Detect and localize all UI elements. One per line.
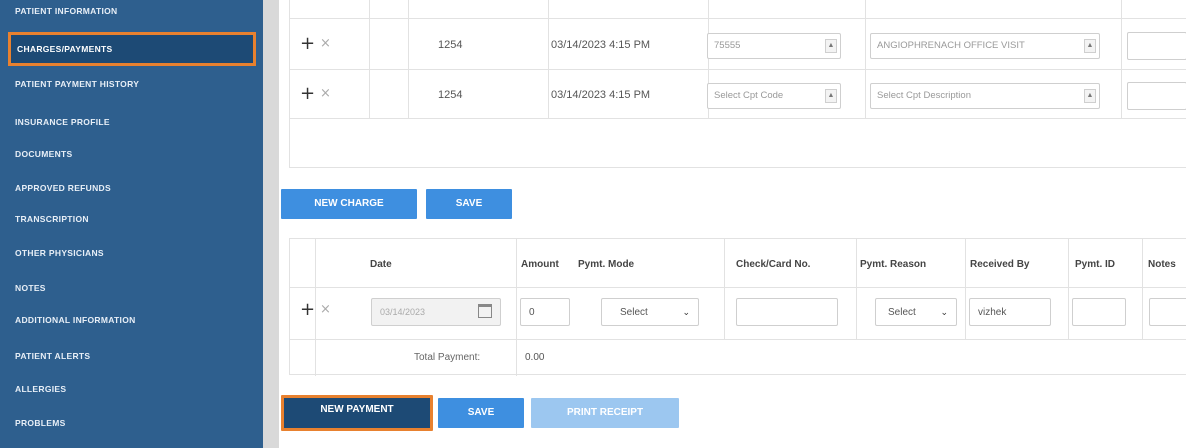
column-divider (516, 239, 517, 376)
chevron-down-icon: ▲ (1084, 39, 1096, 53)
charge-units-input[interactable] (1127, 32, 1186, 60)
calendar-icon[interactable] (478, 304, 492, 318)
payment-notes-input[interactable] (1149, 298, 1186, 326)
sidebar-item-notes[interactable]: NOTES (12, 278, 252, 298)
save-payment-button[interactable]: SAVE (438, 398, 524, 428)
cpt-description-select[interactable]: Select Cpt Description ▲ (870, 83, 1100, 109)
row-divider (290, 339, 1186, 340)
sidebar-item-approved-refunds[interactable]: APPROVED REFUNDS (12, 178, 252, 198)
header-payment-reason: Pymt. Reason (860, 259, 927, 270)
cpt-description-value: Select Cpt Description (877, 90, 971, 101)
add-row-icon[interactable]: + (300, 85, 315, 103)
sidebar-item-allergies[interactable]: ALLERGIES (12, 379, 252, 399)
cpt-description-select[interactable]: ANGIOPHRENACH OFFICE VISIT ▲ (870, 33, 1100, 59)
header-payment-mode: Pymt. Mode (578, 259, 635, 270)
add-row-icon[interactable]: + (300, 35, 315, 53)
received-by-value: vizhek (978, 307, 1007, 318)
payment-mode-value: Select (620, 307, 648, 318)
received-by-input[interactable]: vizhek (969, 298, 1051, 326)
charge-units-input[interactable] (1127, 82, 1186, 110)
add-row-icon[interactable]: + (300, 301, 315, 319)
sidebar-item-additional-information[interactable]: ADDITIONAL INFORMATION (12, 310, 252, 330)
sidebar-item-patient-payment-history[interactable]: PATIENT PAYMENT HISTORY (12, 74, 252, 94)
chevron-down-icon: ▲ (825, 39, 837, 53)
header-amount: Amount (521, 259, 559, 270)
new-charge-button[interactable]: NEW CHARGE (281, 189, 417, 219)
chevron-down-icon: ▲ (825, 89, 837, 103)
payment-amount-input[interactable]: 0 (520, 298, 570, 326)
new-payment-button[interactable]: NEW PAYMENT (281, 395, 433, 431)
column-divider (724, 239, 725, 339)
charge-id: 1254 (438, 89, 463, 101)
save-charges-button[interactable]: SAVE (426, 189, 512, 219)
main-content: + × 1254 03/14/2023 4:15 PM 75555 ▲ ANGI… (279, 0, 1186, 448)
column-divider (1142, 239, 1143, 339)
sidebar-item-patient-alerts[interactable]: PATIENT ALERTS (12, 346, 252, 366)
sidebar-item-documents[interactable]: DOCUMENTS (12, 144, 252, 164)
payment-date-value: 03/14/2023 (380, 307, 426, 317)
row-divider (290, 287, 1186, 288)
sidebar-item-insurance-profile[interactable]: INSURANCE PROFILE (12, 112, 252, 132)
payment-reason-select[interactable]: Select ⌄ (875, 298, 957, 326)
sidebar-item-transcription[interactable]: TRANSCRIPTION (12, 209, 252, 229)
charge-datetime: 03/14/2023 4:15 PM (551, 89, 651, 101)
cpt-code-select[interactable]: 75555 ▲ (707, 33, 841, 59)
remove-row-icon[interactable]: × (320, 87, 331, 101)
remove-row-icon[interactable]: × (320, 37, 331, 51)
column-divider (965, 239, 966, 339)
print-receipt-button[interactable]: PRINT RECEIPT (531, 398, 679, 428)
total-payment-label: Total Payment: (414, 352, 481, 363)
cpt-description-value: ANGIOPHRENACH OFFICE VISIT (877, 40, 1025, 51)
payment-id-input[interactable] (1072, 298, 1126, 326)
payment-amount-value: 0 (529, 307, 535, 318)
header-payment-id: Pymt. ID (1075, 259, 1116, 270)
sidebar-item-patient-information[interactable]: PATIENT INFORMATION (12, 4, 252, 18)
remove-row-icon[interactable]: × (320, 303, 331, 317)
panel-divider[interactable] (263, 0, 279, 448)
column-divider (1068, 239, 1069, 339)
header-check-card-number: Check/Card No. (736, 259, 811, 270)
payment-mode-select[interactable]: Select ⌄ (601, 298, 699, 326)
cpt-code-value: Select Cpt Code (714, 90, 784, 101)
chevron-down-icon: ⌄ (682, 307, 690, 317)
check-card-number-input[interactable] (736, 298, 838, 326)
payment-date-field[interactable]: 03/14/2023 (371, 298, 501, 326)
payment-reason-value: Select (888, 307, 916, 318)
row-divider (290, 69, 1186, 70)
charge-id: 1254 (438, 39, 463, 51)
sidebar-item-charges-payments[interactable]: CHARGES/PAYMENTS (8, 32, 256, 66)
header-notes: Notes (1148, 259, 1176, 270)
chevron-down-icon: ▲ (1084, 89, 1096, 103)
column-divider (856, 239, 857, 339)
charge-datetime: 03/14/2023 4:15 PM (551, 39, 651, 51)
cpt-code-select[interactable]: Select Cpt Code ▲ (707, 83, 841, 109)
sidebar: PATIENT INFORMATION CHARGES/PAYMENTS PAT… (0, 0, 263, 448)
sidebar-item-problems[interactable]: PROBLEMS (12, 413, 252, 433)
header-received-by: Received By (970, 259, 1030, 270)
row-divider (290, 118, 1186, 119)
cpt-code-value: 75555 (714, 40, 741, 51)
sidebar-item-other-physicians[interactable]: OTHER PHYSICIANS (12, 243, 252, 263)
header-date: Date (370, 259, 392, 270)
row-divider (290, 18, 1186, 19)
column-divider (315, 239, 316, 376)
chevron-down-icon: ⌄ (940, 307, 948, 317)
total-payment-value: 0.00 (525, 352, 545, 363)
